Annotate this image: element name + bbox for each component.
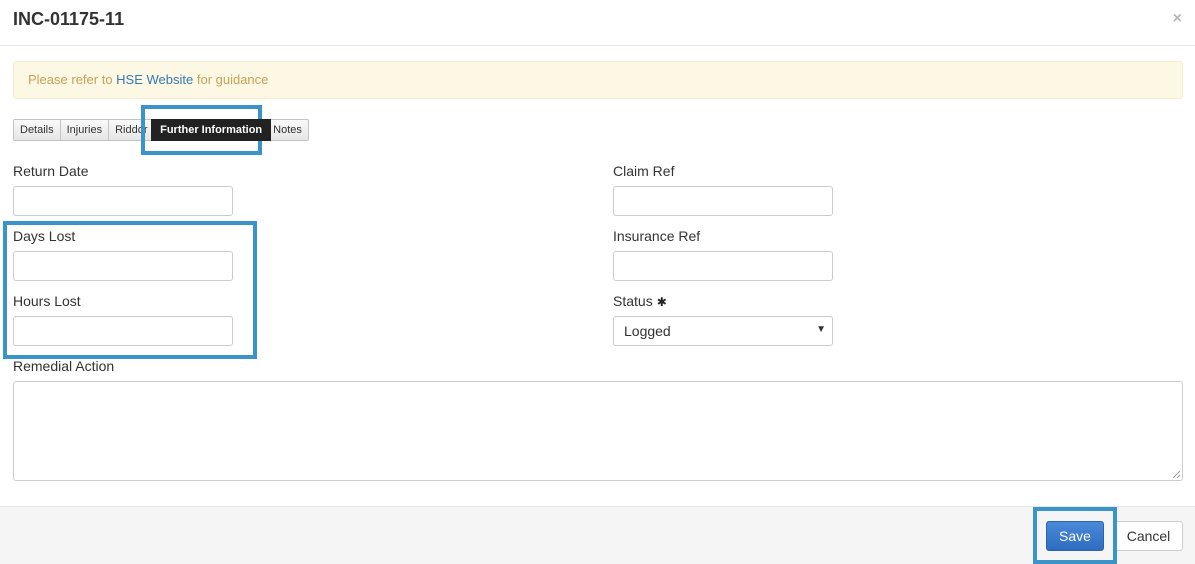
hse-website-link[interactable]: HSE Website [116,72,193,87]
tab-riddor[interactable]: Riddor [108,119,153,141]
days-lost-input[interactable] [13,251,233,281]
resize-handle-icon[interactable] [1171,469,1181,479]
alert-suffix: for guidance [193,72,269,87]
insurance-ref-label: Insurance Ref [613,228,701,244]
required-asterisk-icon: ✱ [656,295,667,309]
remedial-action-label: Remedial Action [13,358,115,374]
tab-notes[interactable]: Notes [270,119,309,141]
modal-title: INC-01175-11 [13,9,125,29]
return-date-label: Return Date [13,163,89,179]
insurance-ref-input[interactable] [613,251,833,281]
save-button[interactable]: Save [1046,521,1104,551]
hours-lost-input[interactable] [13,316,233,346]
tab-injuries[interactable]: Injuries [59,119,110,141]
caret-down-icon: ▼ [816,324,826,335]
status-select[interactable]: Logged ▼ [613,316,833,346]
close-icon[interactable]: × [1173,10,1182,28]
status-selected-value: Logged [624,323,671,339]
status-label: Status ✱ [613,293,667,309]
days-lost-label: Days Lost [13,228,76,244]
remedial-action-textarea[interactable] [13,381,1183,481]
modal-footer [0,506,1195,564]
cancel-button[interactable]: Cancel [1114,521,1183,551]
tab-details[interactable]: Details [13,119,61,141]
tab-bar: Details Injuries Riddor Further Informat… [13,119,309,141]
tab-further-information[interactable]: Further Information [151,119,272,141]
alert-prefix: Please refer to [28,72,117,87]
claim-ref-label: Claim Ref [613,163,675,179]
hours-lost-label: Hours Lost [13,293,81,309]
modal-header: INC-01175-11 × [0,0,1195,46]
status-label-text: Status [613,293,653,309]
claim-ref-input[interactable] [613,186,833,216]
guidance-alert: Please refer to HSE Website for guidance [13,61,1183,99]
return-date-input[interactable] [13,186,233,216]
